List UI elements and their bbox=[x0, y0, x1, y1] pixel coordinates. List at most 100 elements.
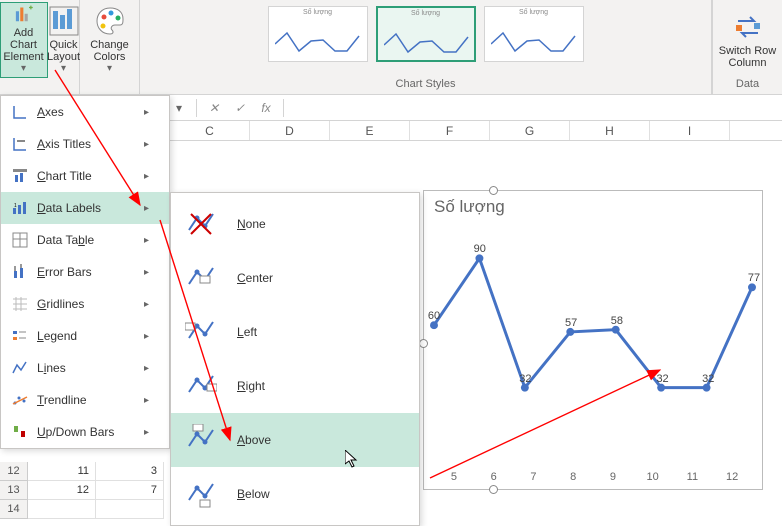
row-header[interactable]: 14 bbox=[0, 500, 28, 519]
submenu-item-below[interactable]: Below bbox=[171, 467, 419, 521]
cell[interactable]: 11 bbox=[28, 462, 96, 481]
data-label-above-icon bbox=[185, 424, 217, 456]
resize-handle-bottom[interactable] bbox=[489, 485, 498, 494]
menu-item-data-labels[interactable]: 1 Data Labels ▸ bbox=[1, 192, 169, 224]
cell[interactable]: 3 bbox=[96, 462, 164, 481]
submenu-item-label: Center bbox=[237, 271, 399, 285]
axes-icon bbox=[11, 103, 29, 121]
quick-layout-label: QuickLayout bbox=[47, 39, 80, 63]
submenu-item-none[interactable]: None bbox=[171, 197, 419, 251]
menu-item-label: Up/Down Bars bbox=[37, 425, 136, 439]
menu-item-trendline[interactable]: Trendline▸ bbox=[1, 384, 169, 416]
chevron-right-icon: ▸ bbox=[144, 235, 149, 246]
x-tick-label: 9 bbox=[593, 471, 633, 483]
data-label: 58 bbox=[611, 315, 623, 327]
chevron-right-icon: ▸ bbox=[144, 363, 149, 374]
chevron-right-icon: ▸ bbox=[144, 331, 149, 342]
menu-item-up-down-bars[interactable]: Up/Down Bars ▸ bbox=[1, 416, 169, 448]
enter-icon[interactable]: ✓ bbox=[231, 101, 249, 115]
lines-icon bbox=[11, 359, 29, 377]
column-header[interactable]: D bbox=[250, 121, 330, 140]
ribbon-group-chart-styles: Số lượng Số lượng Số lượng Chart Styles bbox=[140, 0, 712, 94]
column-header[interactable]: F bbox=[410, 121, 490, 140]
chart-title[interactable]: Số lượng bbox=[424, 191, 762, 217]
change-colors-label: ChangeColors bbox=[90, 39, 129, 63]
cell[interactable] bbox=[28, 500, 96, 519]
menu-item-gridlines[interactable]: Gridlines▸ bbox=[1, 288, 169, 320]
plot-area[interactable]: 6090325758323277 bbox=[434, 236, 752, 459]
column-header[interactable]: C bbox=[170, 121, 250, 140]
data-label-left-icon bbox=[185, 316, 217, 348]
resize-handle-top[interactable] bbox=[489, 186, 498, 195]
ribbon-group-data: Switch RowColumn Data bbox=[712, 0, 782, 94]
chart-style-1[interactable]: Số lượng bbox=[268, 6, 368, 62]
chart-styles-group-label: Chart Styles bbox=[146, 78, 705, 92]
cell[interactable]: 7 bbox=[96, 481, 164, 500]
submenu-item-label: Below bbox=[237, 487, 399, 501]
submenu-item-label: Above bbox=[237, 433, 399, 447]
x-tick-label: 5 bbox=[434, 471, 474, 483]
data-label: 32 bbox=[656, 373, 668, 385]
chart-element-icon bbox=[8, 5, 40, 25]
embedded-chart[interactable]: Số lượng 6090325758323277 56789101112 bbox=[423, 190, 763, 490]
cell[interactable]: 12 bbox=[28, 481, 96, 500]
x-tick-label: 11 bbox=[673, 471, 713, 483]
data-label: 90 bbox=[474, 243, 486, 255]
cursor-icon bbox=[345, 450, 361, 470]
menu-item-data-table[interactable]: Data Table▸ bbox=[1, 224, 169, 256]
data-group-label: Data bbox=[719, 78, 776, 92]
submenu-item-left[interactable]: Left bbox=[171, 305, 419, 359]
legend-icon bbox=[11, 327, 29, 345]
row-header[interactable]: 12 bbox=[0, 462, 28, 481]
x-tick-label: 6 bbox=[474, 471, 514, 483]
submenu-item-label: None bbox=[237, 217, 399, 231]
data-label-none-icon bbox=[185, 208, 217, 240]
switch-row-column-button[interactable]: Switch RowColumn bbox=[715, 2, 781, 78]
row-header[interactable]: 13 bbox=[0, 481, 28, 500]
menu-item-error-bars[interactable]: Error Bars▸ bbox=[1, 256, 169, 288]
chevron-right-icon: ▸ bbox=[144, 171, 149, 182]
data-label-right-icon bbox=[185, 370, 217, 402]
column-header[interactable]: E bbox=[330, 121, 410, 140]
menu-item-legend[interactable]: Legend▸ bbox=[1, 320, 169, 352]
submenu-item-center[interactable]: Center bbox=[171, 251, 419, 305]
menu-item-axis-titles[interactable]: Axis Titles▸ bbox=[1, 128, 169, 160]
data-label: 60 bbox=[428, 310, 440, 322]
change-colors-button[interactable]: ChangeColors▾ bbox=[82, 2, 138, 78]
svg-text:1: 1 bbox=[14, 203, 17, 209]
chevron-right-icon: ▸ bbox=[144, 427, 149, 438]
chevron-right-icon: ▸ bbox=[144, 107, 149, 118]
data-label: 32 bbox=[519, 373, 531, 385]
chevron-right-icon: ▸ bbox=[144, 139, 149, 150]
name-box-dropdown[interactable]: ▾ bbox=[170, 101, 188, 115]
chart-style-2[interactable]: Số lượng bbox=[376, 6, 476, 62]
menu-item-chart-title[interactable]: Chart Title ▸ bbox=[1, 160, 169, 192]
fx-icon[interactable]: fx bbox=[257, 101, 275, 115]
add-chart-element-menu: Axes▸Axis Titles▸ Chart Title ▸ 1 Data Label… bbox=[0, 95, 170, 449]
column-header[interactable]: H bbox=[570, 121, 650, 140]
data-label: 57 bbox=[565, 317, 577, 329]
dtable-icon bbox=[11, 231, 29, 249]
quick-layout-icon bbox=[48, 5, 80, 37]
chevron-right-icon: ▸ bbox=[144, 203, 149, 214]
column-header[interactable]: G bbox=[490, 121, 570, 140]
cancel-icon[interactable]: ✕ bbox=[205, 101, 223, 115]
column-header[interactable]: I bbox=[650, 121, 730, 140]
submenu-item-right[interactable]: Right bbox=[171, 359, 419, 413]
x-tick-label: 8 bbox=[553, 471, 593, 483]
axtitles-icon bbox=[11, 135, 29, 153]
menu-item-label: Lines bbox=[37, 361, 136, 375]
submenu-item-above[interactable]: Above bbox=[171, 413, 419, 467]
menu-item-axes[interactable]: Axes▸ bbox=[1, 96, 169, 128]
add-chart-element-button[interactable]: Add ChartElement▾ bbox=[0, 2, 48, 78]
submenu-item-label: Left bbox=[237, 325, 399, 339]
worksheet-grid[interactable]: 121131312714 bbox=[0, 462, 164, 519]
menu-item-label: Data Labels bbox=[37, 201, 136, 215]
chart-style-3[interactable]: Số lượng bbox=[484, 6, 584, 62]
quick-layout-button[interactable]: QuickLayout▾ bbox=[48, 2, 80, 78]
menu-item-label: Chart Title bbox=[37, 169, 136, 183]
cell[interactable] bbox=[96, 500, 164, 519]
palette-icon bbox=[94, 5, 126, 37]
resize-handle-left[interactable] bbox=[419, 339, 428, 348]
menu-item-lines[interactable]: Lines ▸ bbox=[1, 352, 169, 384]
